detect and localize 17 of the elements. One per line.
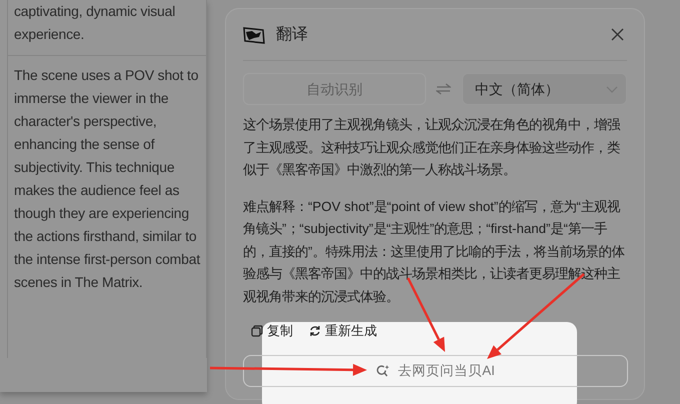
chevron-down-icon [606, 86, 618, 92]
search-icon [376, 364, 392, 378]
translation-paragraph: 这个场景使用了主观视角镜头，让观众沉浸在角色的视角中，增强了主观感受。这种技巧让观众感觉他们正在亲身体验这些动作，类似于《黑客帝国》中激烈的第一人称战斗场景。 [243, 116, 622, 179]
refresh-icon [309, 324, 321, 337]
target-language-select[interactable]: 中文（简体） [462, 73, 627, 105]
translation-paragraph: 难点解释：“POV shot”是“point of view shot”的缩写，意为“主观视角镜头”；“subjectivity”是“主观性”的意思；“first-hand”是“第一手的，直接的”。特殊用法：这里使用了比喻的手法，将当前场景的体验感与《黑客帝国》中的战斗场景相类比，让读者更易理解这种主观视角带来的沉浸式体验。 [243, 198, 626, 306]
close-button[interactable] [610, 28, 624, 42]
copy-button[interactable]: 复制 [251, 321, 293, 340]
close-icon [610, 28, 624, 41]
swap-icon [436, 83, 452, 95]
ask-ai-button[interactable]: 去网页问当贝AI [243, 355, 628, 387]
dialog-title: 翻译 [276, 24, 308, 44]
regenerate-button[interactable]: 重新生成 [309, 321, 377, 340]
table-cell-text: The scene uses a POV shot to immerse the viewer in the character's perspective, enhancing the sense of subjectivity. This technique makes the audience feel as though they are experiencing the actions firsthand, similar to the intense first-person combat scenes in The Matrix. [14, 66, 200, 292]
logo-icon [243, 26, 265, 44]
table-cell-text: captivating, dynamic visual experience. [14, 2, 176, 44]
copy-icon [251, 324, 263, 337]
